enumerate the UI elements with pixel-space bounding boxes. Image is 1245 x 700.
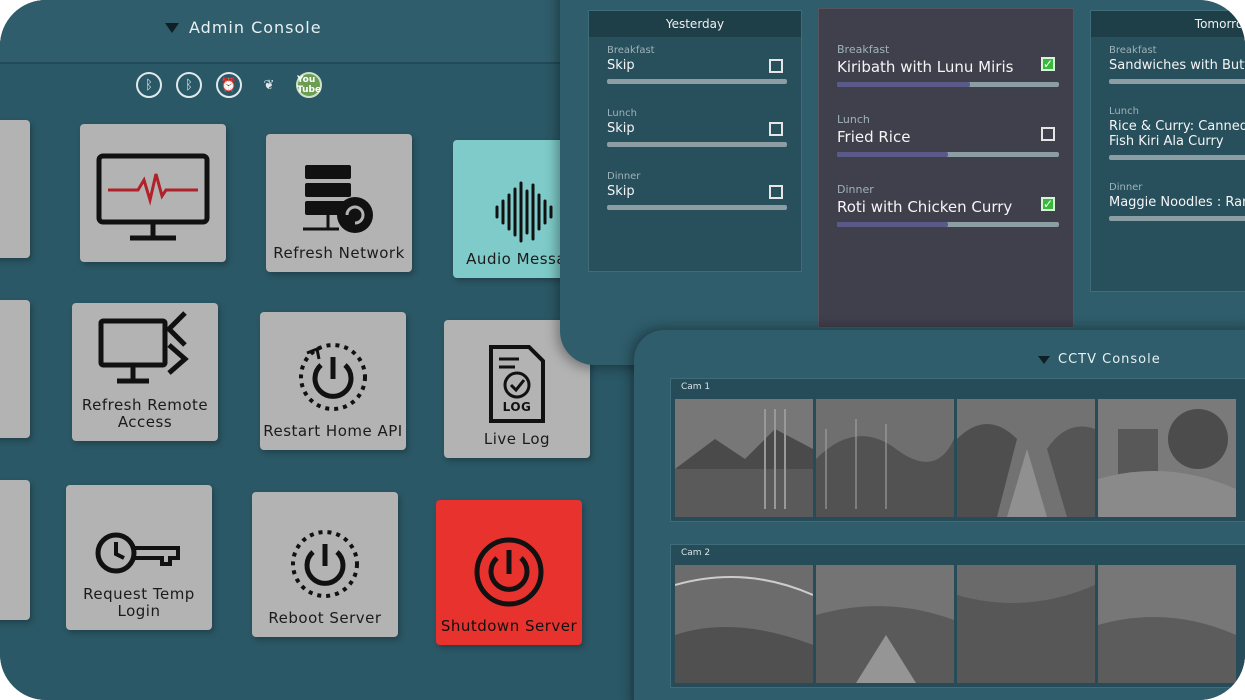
meal-item: Lunch Rice & Curry: Canned Fish Kiri Ala… [1091, 90, 1245, 166]
collapse-triangle-icon [165, 22, 179, 33]
meal-item: Dinner Roti with Chicken Curry ✓ [819, 163, 1073, 233]
admin-console-title-toggle[interactable]: Admin Console [165, 18, 322, 37]
request-temp-login-tile[interactable]: Request Temp Login [66, 485, 212, 630]
remote-monitor-icon [98, 311, 189, 384]
meal-checkbox-checked[interactable]: ✓ [1041, 57, 1055, 71]
day-header [819, 9, 1073, 35]
camera-frame[interactable] [816, 399, 954, 517]
meal-checkbox[interactable] [769, 185, 783, 199]
camera-frame[interactable] [816, 565, 954, 683]
collapse-triangle-icon [1038, 355, 1050, 364]
meal-checkbox[interactable] [769, 59, 783, 73]
meal-progress-bar [1109, 155, 1245, 160]
meal-progress-bar [837, 152, 1059, 157]
meal-item: Lunch Fried Rice [819, 93, 1073, 163]
monitor-tile[interactable] [80, 124, 226, 262]
dashboard-scene: Admin Console ᛒ ᛒ ⏰ ❦ You Tube Refresh N… [0, 0, 1245, 700]
meal-checkbox[interactable] [769, 122, 783, 136]
day-header: Tomorrow [1091, 11, 1245, 37]
meal-progress-bar [837, 222, 1059, 227]
cctv-console-title: CCTV Console [1058, 352, 1161, 367]
restart-power-icon [299, 343, 367, 411]
reboot-server-tile[interactable]: Reboot Server [252, 492, 398, 637]
server-refresh-icon [303, 165, 373, 233]
shutdown-server-tile[interactable]: Shutdown Server [436, 500, 582, 645]
camera-frame[interactable] [675, 565, 813, 683]
meal-day-yesterday: Yesterday Breakfast Skip Lunch Skip Dinn… [588, 10, 802, 272]
admin-console-title: Admin Console [189, 18, 322, 37]
meal-item: Breakfast Skip [589, 37, 801, 90]
tile-partial-left[interactable] [0, 300, 30, 438]
soundwave-icon [495, 181, 553, 243]
camera-feed-group: Cam 1 [670, 378, 1245, 522]
clock-key-icon [95, 532, 180, 574]
camera-frame-image [1098, 565, 1236, 683]
meal-checkbox-checked[interactable]: ✓ [1041, 197, 1055, 211]
camera-frame-image [675, 399, 813, 517]
alarm-clock-icon[interactable]: ⏰ [216, 72, 242, 98]
camera-label: Cam 1 [681, 382, 711, 392]
admin-console-panel: Admin Console ᛒ ᛒ ⏰ ❦ You Tube Refresh N… [0, 0, 630, 700]
bluetooth-off-icon[interactable]: ᛒ [136, 72, 162, 98]
camera-frame[interactable] [1098, 565, 1236, 683]
camera-frame[interactable] [957, 565, 1095, 683]
meal-item: Dinner Maggie Noodles : Ramen [1091, 166, 1245, 227]
meal-progress-bar [1109, 79, 1245, 84]
meal-progress-bar [607, 79, 787, 84]
cctv-console-title-toggle[interactable]: CCTV Console [1038, 352, 1161, 367]
tile-partial-left[interactable] [0, 480, 30, 620]
camera-frame-image [675, 565, 813, 683]
camera-frame-image [816, 399, 954, 517]
cctv-console-panel: CCTV Console Cam 1 Cam 2 [634, 330, 1245, 700]
power-icon [474, 537, 544, 607]
camera-frame-image [816, 565, 954, 683]
camera-frame[interactable] [1098, 399, 1236, 517]
camera-frame[interactable] [957, 399, 1095, 517]
reboot-power-icon [291, 530, 359, 598]
meal-day-today: Breakfast Kiribath with Lunu Miris ✓ Lun… [818, 8, 1074, 328]
tile-partial-left[interactable] [0, 120, 30, 258]
camera-frame-image [1098, 399, 1236, 517]
day-header: Yesterday [589, 11, 801, 37]
meal-item: Dinner Skip [589, 153, 801, 216]
monitor-heartbeat-icon [96, 153, 210, 241]
meal-item: Breakfast Sandwiches with Butter [1091, 37, 1245, 90]
camera-frame-image [957, 399, 1095, 517]
meal-progress-bar [607, 142, 787, 147]
camera-label: Cam 2 [681, 548, 711, 558]
meal-planner-panel: Yesterday Breakfast Skip Lunch Skip Dinn… [560, 0, 1245, 365]
youtube-icon[interactable]: You Tube [296, 72, 322, 98]
meal-progress-bar [837, 82, 1059, 87]
camera-feed-group: Cam 2 [670, 544, 1245, 688]
meal-day-tomorrow: Tomorrow Breakfast Sandwiches with Butte… [1090, 10, 1245, 292]
meal-item: Lunch Skip [589, 90, 801, 153]
meal-checkbox[interactable] [1041, 127, 1055, 141]
refresh-remote-access-tile[interactable]: Refresh Remote Access [72, 303, 218, 441]
log-file-icon: LOG [489, 345, 545, 423]
admin-toolbar: ᛒ ᛒ ⏰ ❦ You Tube [136, 72, 322, 98]
meal-item: Breakfast Kiribath with Lunu Miris ✓ [819, 35, 1073, 93]
camera-frame[interactable] [675, 399, 813, 517]
meal-progress-bar [607, 205, 787, 210]
camera-frame-image [957, 565, 1095, 683]
plant-icon[interactable]: ❦ [256, 72, 282, 98]
restart-home-api-tile[interactable]: Restart Home API [260, 312, 406, 450]
refresh-network-tile[interactable]: Refresh Network [266, 134, 412, 272]
svg-text:LOG: LOG [503, 400, 532, 414]
meal-progress-bar [1109, 216, 1245, 221]
bluetooth-off-icon[interactable]: ᛒ [176, 72, 202, 98]
